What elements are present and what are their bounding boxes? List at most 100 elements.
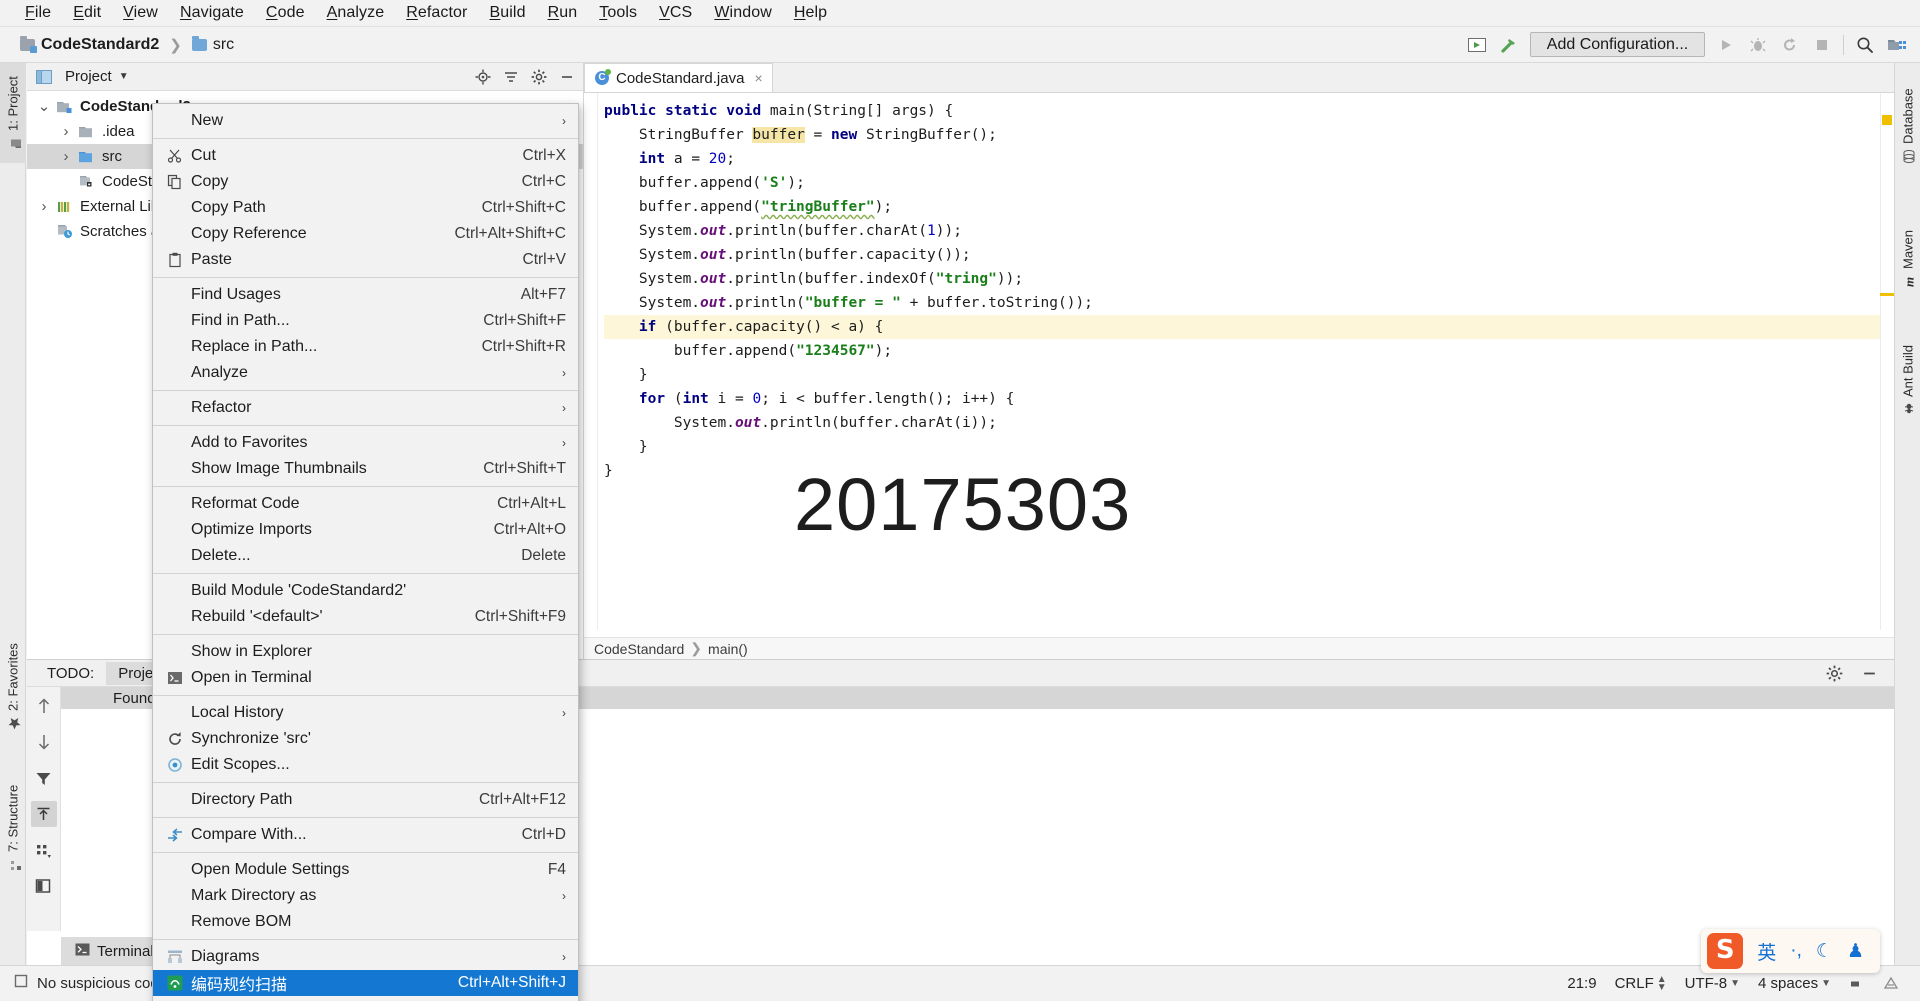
- sogou-ime-bar[interactable]: S 英 ·, ☾ ♟: [1701, 929, 1880, 973]
- context-menu-item-new[interactable]: New ›: [153, 108, 578, 134]
- gear-icon[interactable]: [1824, 663, 1845, 684]
- context-menu-item-delete[interactable]: Delete... Delete: [153, 543, 578, 569]
- context-menu-item-compare-with[interactable]: Compare With... Ctrl+D: [153, 822, 578, 848]
- sidebar-item-ant-build[interactable]: Ant Build: [1895, 325, 1920, 435]
- menu-item-navigate[interactable]: Navigate: [169, 2, 255, 24]
- stop-icon[interactable]: [1811, 34, 1833, 56]
- run-icon[interactable]: [1715, 34, 1737, 56]
- indent-selector[interactable]: 4 spaces ▼: [1758, 975, 1831, 992]
- context-menu-item-find-usages[interactable]: Find Usages Alt+F7: [153, 282, 578, 308]
- chevron-down-icon[interactable]: ▼: [119, 71, 129, 82]
- build-hammer-icon[interactable]: [1498, 34, 1520, 56]
- preview-icon[interactable]: [31, 873, 57, 899]
- chevron-right-icon[interactable]: ›: [59, 148, 73, 165]
- encoding-selector[interactable]: UTF-8 ▼: [1685, 975, 1740, 992]
- context-menu-item-copy-reference[interactable]: Copy Reference Ctrl+Alt+Shift+C: [153, 221, 578, 247]
- context-menu-item-编码规约扫描[interactable]: 编码规约扫描 Ctrl+Alt+Shift+J: [153, 970, 578, 996]
- menu-item-file[interactable]: File: [14, 2, 62, 24]
- ime-moon-icon[interactable]: ☾: [1816, 940, 1833, 963]
- context-menu-item-analyze[interactable]: Analyze ›: [153, 360, 578, 386]
- context-menu-item-refactor[interactable]: Refactor ›: [153, 395, 578, 421]
- sidebar-item-favorites[interactable]: 2: Favorites: [0, 623, 26, 751]
- project-structure-icon[interactable]: [1886, 34, 1908, 56]
- code-editor[interactable]: public static void main(String[] args) {…: [584, 93, 1894, 630]
- menu-item-help[interactable]: Help: [783, 2, 838, 24]
- event-log-icon[interactable]: [1849, 977, 1865, 990]
- line-separator-selector[interactable]: CRLF ▲ ▼: [1615, 974, 1667, 992]
- hide-icon[interactable]: [556, 66, 577, 87]
- context-menu-item-add-to-favorites[interactable]: Add to Favorites ›: [153, 430, 578, 456]
- gear-icon[interactable]: [528, 66, 549, 87]
- breadcrumb-item-src[interactable]: src: [186, 34, 240, 56]
- context-menu-item-edit-scopes[interactable]: Edit Scopes...: [153, 752, 578, 778]
- previous-occurrence-icon[interactable]: [31, 693, 57, 719]
- context-menu-item-copy-path[interactable]: Copy Path Ctrl+Shift+C: [153, 195, 578, 221]
- menu-item-view[interactable]: View: [112, 2, 169, 24]
- context-menu-item-open-in-terminal[interactable]: Open in Terminal: [153, 665, 578, 691]
- context-menu-item-synchronize-src[interactable]: Synchronize 'src': [153, 726, 578, 752]
- context-menu-item-copy[interactable]: Copy Ctrl+C: [153, 169, 578, 195]
- debug-icon[interactable]: [1747, 34, 1769, 56]
- run-coverage-icon[interactable]: [1779, 34, 1801, 56]
- sidebar-item-project[interactable]: 1: Project: [0, 63, 26, 163]
- code-line: buffer.append("1234567");: [673, 343, 893, 359]
- context-menu-item-open-module-settings[interactable]: Open Module Settings F4: [153, 857, 578, 883]
- menu-item-refactor[interactable]: Refactor: [395, 2, 478, 24]
- context-menu-item-show-in-explorer[interactable]: Show in Explorer: [153, 639, 578, 665]
- warning-stripe-mark[interactable]: [1880, 293, 1894, 296]
- sogou-logo-icon[interactable]: S: [1707, 933, 1744, 969]
- menu-item-code[interactable]: Code: [255, 2, 316, 24]
- menu-item-vcs[interactable]: VCS: [648, 2, 703, 24]
- menu-item-analyze[interactable]: Analyze: [316, 2, 396, 24]
- editor-error-stripe[interactable]: [1880, 93, 1894, 630]
- context-menu-item-rebuild-default[interactable]: Rebuild '<default>' Ctrl+Shift+F9: [153, 604, 578, 630]
- context-menu-item-remove-bom[interactable]: Remove BOM: [153, 909, 578, 935]
- context-menu-item-cut[interactable]: Cut Ctrl+X: [153, 143, 578, 169]
- collapse-all-icon[interactable]: [500, 66, 521, 87]
- inspections-icon[interactable]: [1883, 976, 1900, 991]
- context-menu-item-replace-in-path[interactable]: Replace in Path... Ctrl+Shift+R: [153, 334, 578, 360]
- editor-tab-codestandard[interactable]: C CodeStandard.java ×: [584, 63, 773, 92]
- next-occurrence-icon[interactable]: [31, 729, 57, 755]
- search-everywhere-icon[interactable]: [1854, 34, 1876, 56]
- sidebar-item-structure[interactable]: 7: Structure: [0, 763, 26, 893]
- context-menu-item-mark-directory-as[interactable]: Mark Directory as ›: [153, 883, 578, 909]
- breadcrumb-class[interactable]: CodeStandard: [594, 641, 684, 657]
- chevron-right-icon[interactable]: ›: [59, 123, 73, 140]
- menu-item-tools[interactable]: Tools: [588, 2, 648, 24]
- sidebar-item-database[interactable]: Database: [1895, 71, 1920, 181]
- breadcrumb-method[interactable]: main(): [708, 641, 748, 657]
- chevron-right-icon[interactable]: ›: [37, 198, 51, 215]
- menu-item-run[interactable]: Run: [537, 2, 589, 24]
- caret-position[interactable]: 21:9: [1567, 975, 1596, 992]
- menu-item-build[interactable]: Build: [479, 2, 537, 24]
- add-configuration-button[interactable]: Add Configuration...: [1530, 32, 1705, 57]
- close-icon[interactable]: ×: [751, 70, 762, 86]
- hide-icon[interactable]: [1859, 663, 1880, 684]
- ime-language-toggle[interactable]: 英: [1757, 938, 1776, 965]
- menu-item-edit[interactable]: Edit: [62, 2, 112, 24]
- context-menu-item-diagrams[interactable]: Diagrams ›: [153, 944, 578, 970]
- context-menu-item-关闭实时检测功能[interactable]: 关闭实时检测功能: [153, 996, 578, 1001]
- ime-punctuation-toggle[interactable]: ·,: [1790, 940, 1802, 962]
- run-config-icon[interactable]: [1466, 34, 1488, 56]
- context-menu-item-build-module-codestandard2[interactable]: Build Module 'CodeStandard2': [153, 578, 578, 604]
- sidebar-item-maven[interactable]: m Maven: [1895, 211, 1920, 307]
- chevron-down-icon[interactable]: ⌄: [37, 99, 51, 114]
- ime-skin-icon[interactable]: ♟: [1847, 940, 1864, 963]
- context-menu-item-find-in-path[interactable]: Find in Path... Ctrl+Shift+F: [153, 308, 578, 334]
- context-menu-item-local-history[interactable]: Local History ›: [153, 700, 578, 726]
- context-menu-item-reformat-code[interactable]: Reformat Code Ctrl+Alt+L: [153, 491, 578, 517]
- breadcrumb-item-project[interactable]: CodeStandard2: [14, 34, 165, 56]
- filter-icon[interactable]: [31, 765, 57, 791]
- expand-icon[interactable]: [30, 801, 57, 827]
- context-menu-item-directory-path[interactable]: Directory Path Ctrl+Alt+F12: [153, 787, 578, 813]
- context-menu-item-optimize-imports[interactable]: Optimize Imports Ctrl+Alt+O: [153, 517, 578, 543]
- group-by-icon[interactable]: [31, 837, 57, 863]
- menu-item-window[interactable]: Window: [703, 2, 783, 24]
- locate-icon[interactable]: [472, 66, 493, 87]
- context-menu-item-show-image-thumbnails[interactable]: Show Image Thumbnails Ctrl+Shift+T: [153, 456, 578, 482]
- tab-todo[interactable]: TODO:: [35, 662, 106, 685]
- context-menu[interactable]: New › Cut Ctrl+X Copy Ctrl+C Copy Path Ctrl+Shi…: [152, 103, 579, 1001]
- context-menu-item-paste[interactable]: Paste Ctrl+V: [153, 247, 578, 273]
